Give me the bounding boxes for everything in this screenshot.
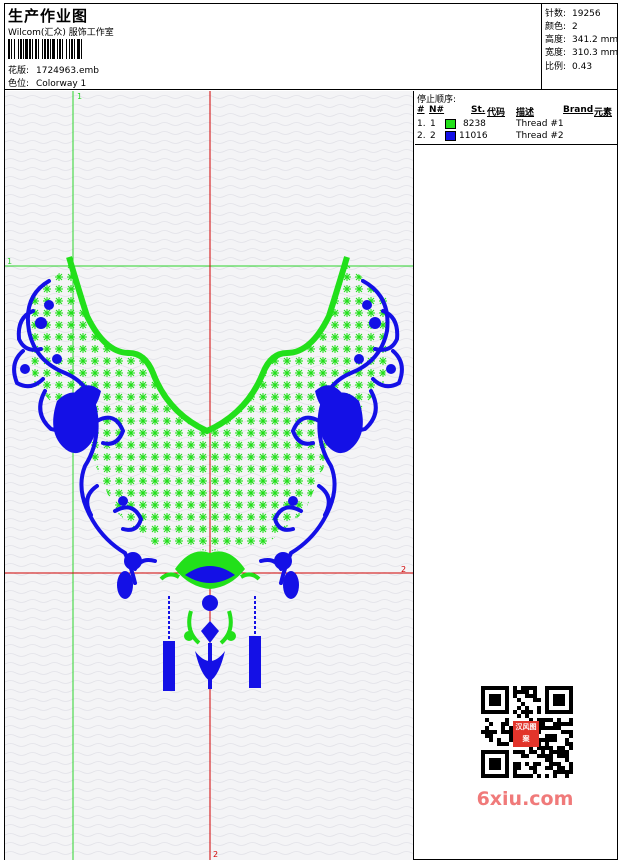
design-canvas[interactable]: 1 1 2 2 (5, 91, 414, 860)
guide-label: 1 (77, 92, 82, 101)
stat-height: 高度: 341.2 mm (545, 32, 618, 45)
barcode-image (8, 39, 82, 59)
stat-label: 针数: (545, 9, 567, 19)
design-file-value: 1724963.emb (36, 66, 99, 76)
company-name: Wilcom(汇众) 服饰工作室 (8, 28, 114, 38)
column-header: Brand (563, 105, 594, 115)
watermark-site: 6xiu.com (476, 788, 574, 810)
guide-label: 1 (7, 257, 12, 266)
row-index: 1. (417, 119, 426, 129)
stat-value: 341.2 mm (572, 35, 619, 45)
column-header: N# (429, 105, 445, 115)
stats-panel: 针数: 19256 颜色: 2 高度: 341.2 mm 宽度: 310.3 mm 比例… (543, 4, 618, 90)
table-divider (415, 144, 617, 145)
guide-label: 2 (213, 850, 218, 859)
stat-value: 310.3 mm (572, 48, 619, 58)
colorway-label: 色位: (8, 79, 30, 89)
stat-value: 19256 (572, 9, 601, 19)
table-header: # N# St. 代码 描述 Brand 元素 (415, 104, 617, 118)
page-title: 生产作业图 (8, 7, 89, 25)
row-description: Thread #1 (516, 119, 564, 129)
column-header: # (417, 105, 425, 115)
row-description: Thread #2 (516, 131, 564, 141)
stat-value: 2 (572, 22, 578, 32)
stat-scale: 比例: 0.43 (545, 59, 592, 72)
watermark-logo: 汉风图案 (513, 721, 539, 747)
row-code: 8238 (463, 119, 486, 129)
design-file-label: 花版: (8, 66, 30, 76)
stat-value: 0.43 (572, 62, 593, 72)
column-header: 元素 (594, 108, 613, 118)
stat-label: 高度: (545, 35, 567, 45)
row-needle: 1 (430, 119, 436, 129)
embroidery-preview: 1 1 2 2 (5, 91, 413, 860)
stat-stitches: 针数: 19256 (545, 6, 601, 19)
color-swatch (445, 131, 456, 141)
column-header: 代码 (487, 108, 506, 118)
stat-label: 颜色: (545, 22, 567, 32)
header-info-panel: 生产作业图 Wilcom(汇众) 服饰工作室 花版: 1724963.emb 色位… (5, 4, 542, 90)
stat-width: 宽度: 310.3 mm (545, 45, 618, 58)
colorway-value: Colorway 1 (36, 79, 87, 89)
row-code: 11016 (459, 131, 488, 141)
color-swatch (445, 119, 456, 129)
column-header: St. (471, 105, 486, 115)
stat-colors: 颜色: 2 (545, 19, 578, 32)
row-needle: 2 (430, 131, 436, 141)
sheet-header: 生产作业图 Wilcom(汇众) 服饰工作室 花版: 1724963.emb 色位… (5, 4, 618, 90)
table-row[interactable]: 2. 2 11016 Thread #2 (415, 131, 617, 144)
stat-label: 比例: (545, 62, 567, 72)
colorway-line: 色位: Colorway 1 (8, 76, 86, 89)
stat-label: 宽度: (545, 48, 567, 58)
guide-label: 2 (401, 565, 406, 574)
row-index: 2. (417, 131, 426, 141)
column-header: 描述 (516, 108, 535, 118)
design-file-line: 花版: 1724963.emb (8, 63, 99, 76)
watermark-qr-block: 汉风图案 6xiu.com (467, 680, 583, 810)
